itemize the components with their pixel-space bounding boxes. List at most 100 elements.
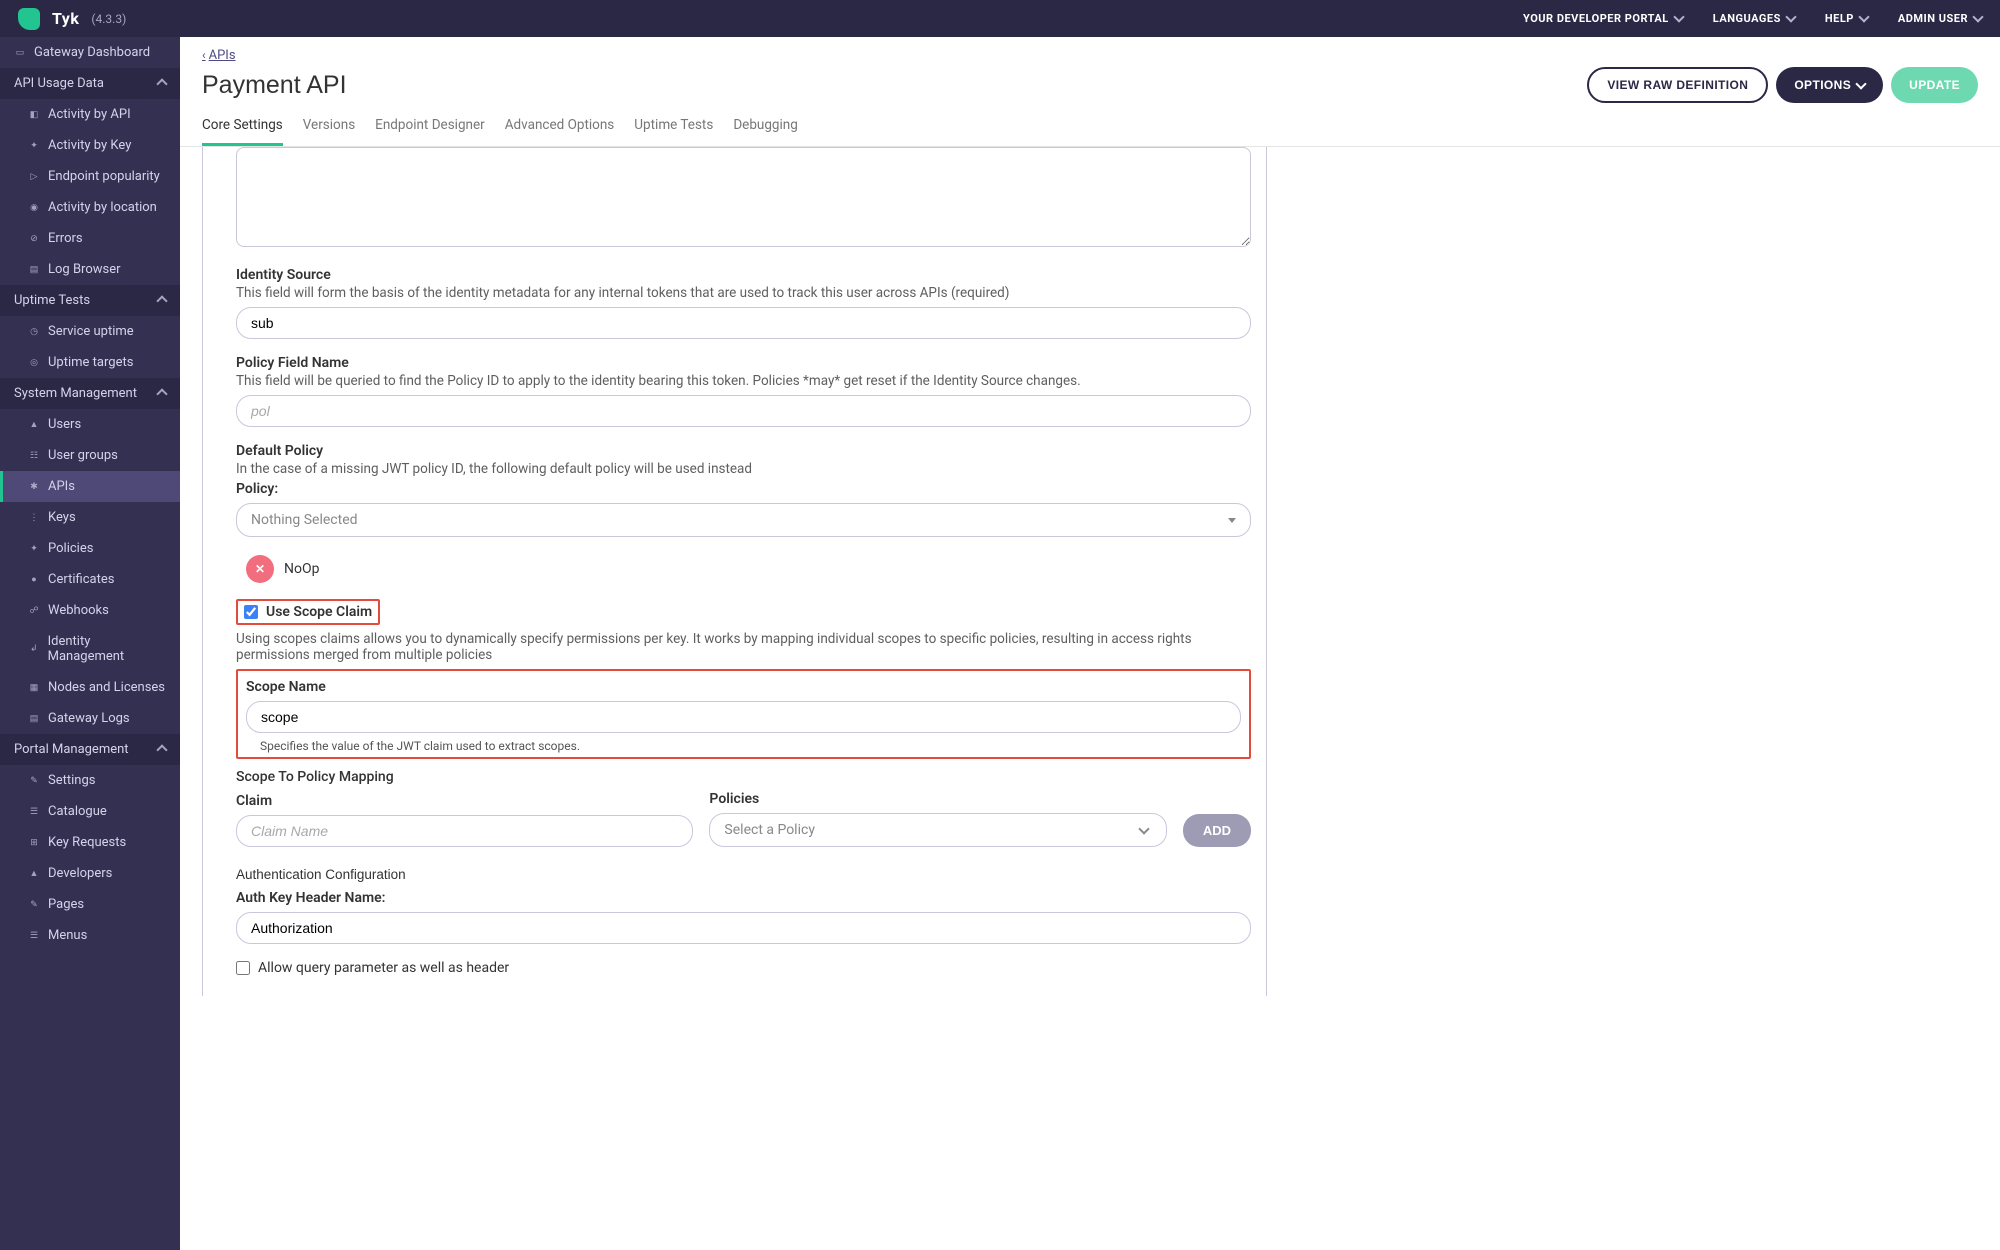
auth-header-block: Auth Key Header Name: bbox=[236, 890, 1251, 944]
sidebar-developers[interactable]: ▲Developers bbox=[0, 858, 180, 889]
use-scope-claim-checkbox[interactable] bbox=[244, 605, 258, 619]
chevron-up-icon bbox=[156, 744, 167, 755]
sidebar-nodes-licenses[interactable]: ▦Nodes and Licenses bbox=[0, 672, 180, 703]
header-actions: VIEW RAW DEFINITION OPTIONS UPDATE bbox=[1587, 67, 1978, 103]
sidebar-uptime-targets[interactable]: ◎Uptime targets bbox=[0, 347, 180, 378]
default-policy-select[interactable]: Nothing Selected bbox=[236, 503, 1251, 537]
sidebar-webhooks[interactable]: ☍Webhooks bbox=[0, 595, 180, 626]
top-bar: Tyk (4.3.3) YOUR DEVELOPER PORTAL LANGUA… bbox=[0, 0, 2000, 37]
sidebar-catalogue[interactable]: ☰Catalogue bbox=[0, 796, 180, 827]
update-button[interactable]: UPDATE bbox=[1891, 67, 1978, 103]
scope-name-help: Specifies the value of the JWT claim use… bbox=[260, 739, 1241, 753]
topbar-nav: YOUR DEVELOPER PORTAL LANGUAGES HELP ADM… bbox=[1523, 12, 1982, 25]
chevron-down-icon bbox=[1785, 11, 1796, 22]
keys-icon: ⋮ bbox=[28, 512, 40, 524]
policies-select[interactable]: Select a Policy bbox=[709, 813, 1166, 847]
sidebar-pages[interactable]: ✎Pages bbox=[0, 889, 180, 920]
sidebar-service-uptime[interactable]: ◷Service uptime bbox=[0, 316, 180, 347]
sidebar-endpoint-popularity[interactable]: ▷Endpoint popularity bbox=[0, 161, 180, 192]
languages-link[interactable]: LANGUAGES bbox=[1713, 12, 1795, 25]
scope-claim-help: Using scopes claims allows you to dynami… bbox=[236, 631, 1251, 663]
sidebar-user-groups[interactable]: ☷User groups bbox=[0, 440, 180, 471]
version-text: (4.3.3) bbox=[91, 12, 126, 26]
sidebar-section-system[interactable]: System Management bbox=[0, 378, 180, 409]
scope-mapping-block: Scope To Policy Mapping Claim Policies S… bbox=[236, 769, 1251, 847]
content-scroll[interactable]: Identity Source This field will form the… bbox=[180, 147, 2000, 1250]
tab-debugging[interactable]: Debugging bbox=[733, 117, 798, 146]
key-icon: ✦ bbox=[28, 140, 40, 152]
chevron-down-icon bbox=[1138, 823, 1149, 834]
tab-uptime-tests[interactable]: Uptime Tests bbox=[634, 117, 713, 146]
policy-field-name-block: Policy Field Name This field will be que… bbox=[236, 355, 1251, 427]
chevron-down-icon bbox=[1972, 11, 1983, 22]
scope-mapping-label: Scope To Policy Mapping bbox=[236, 769, 1251, 785]
tyk-logo-icon bbox=[18, 8, 40, 30]
dashboard-icon: ▭ bbox=[14, 47, 26, 59]
page-title: Payment API bbox=[202, 71, 347, 100]
content-header: ‹APIs Payment API VIEW RAW DEFINITION OP… bbox=[180, 37, 2000, 147]
target-icon: ◎ bbox=[28, 357, 40, 369]
remove-noop-button[interactable] bbox=[246, 555, 274, 583]
sidebar-activity-by-location[interactable]: ◉Activity by location bbox=[0, 192, 180, 223]
identity-source-input[interactable] bbox=[236, 307, 1251, 339]
help-link[interactable]: HELP bbox=[1825, 12, 1868, 25]
sidebar-activity-by-api[interactable]: ◧Activity by API bbox=[0, 99, 180, 130]
settings-icon: ✎ bbox=[28, 775, 40, 787]
use-scope-claim-highlight: Use Scope Claim bbox=[236, 599, 380, 625]
sidebar-log-browser[interactable]: ▤Log Browser bbox=[0, 254, 180, 285]
sidebar-errors[interactable]: ⊘Errors bbox=[0, 223, 180, 254]
sidebar-section-portal[interactable]: Portal Management bbox=[0, 734, 180, 765]
sidebar-keys[interactable]: ⋮Keys bbox=[0, 502, 180, 533]
sidebar-identity-management[interactable]: ↲Identity Management bbox=[0, 626, 180, 672]
developer-portal-link[interactable]: YOUR DEVELOPER PORTAL bbox=[1523, 12, 1683, 25]
menus-icon: ☰ bbox=[28, 930, 40, 942]
tab-endpoint-designer[interactable]: Endpoint Designer bbox=[375, 117, 485, 146]
tab-core-settings[interactable]: Core Settings bbox=[202, 117, 283, 146]
webhook-icon: ☍ bbox=[28, 605, 40, 617]
user-icon: ▲ bbox=[28, 419, 40, 431]
tab-versions[interactable]: Versions bbox=[303, 117, 355, 146]
key-requests-icon: ⊞ bbox=[28, 837, 40, 849]
options-button[interactable]: OPTIONS bbox=[1776, 67, 1883, 103]
sidebar: ▭Gateway Dashboard API Usage Data ◧Activ… bbox=[0, 37, 180, 1250]
sidebar-menus[interactable]: ☰Menus bbox=[0, 920, 180, 951]
auth-header-input[interactable] bbox=[236, 912, 1251, 944]
auth-header-label: Auth Key Header Name: bbox=[236, 890, 1251, 906]
sidebar-policies[interactable]: ✦Policies bbox=[0, 533, 180, 564]
sidebar-key-requests[interactable]: ⊞Key Requests bbox=[0, 827, 180, 858]
sidebar-users[interactable]: ▲Users bbox=[0, 409, 180, 440]
cert-icon: ● bbox=[28, 574, 40, 586]
claim-name-input[interactable] bbox=[236, 815, 693, 847]
main-content: ‹APIs Payment API VIEW RAW DEFINITION OP… bbox=[180, 37, 2000, 1250]
noop-label: NoOp bbox=[284, 561, 319, 577]
breadcrumb-apis[interactable]: ‹APIs bbox=[202, 48, 236, 63]
gateway-log-icon: ▤ bbox=[28, 713, 40, 725]
chevron-down-icon bbox=[1858, 11, 1869, 22]
nodes-icon: ▦ bbox=[28, 682, 40, 694]
scope-name-label: Scope Name bbox=[246, 679, 1241, 695]
sidebar-section-api-usage[interactable]: API Usage Data bbox=[0, 68, 180, 99]
policy-field-name-input[interactable] bbox=[236, 395, 1251, 427]
sidebar-certificates[interactable]: ●Certificates bbox=[0, 564, 180, 595]
sidebar-portal-settings[interactable]: ✎Settings bbox=[0, 765, 180, 796]
public-key-textarea[interactable] bbox=[236, 147, 1251, 247]
users-icon: ☷ bbox=[28, 450, 40, 462]
sidebar-apis[interactable]: ✱APIs bbox=[0, 471, 180, 502]
policy-icon: ✦ bbox=[28, 543, 40, 555]
allow-query-checkbox[interactable] bbox=[236, 961, 250, 975]
scope-name-input[interactable] bbox=[246, 701, 1241, 733]
identity-icon: ↲ bbox=[28, 643, 40, 655]
brand-area: Tyk (4.3.3) bbox=[18, 8, 126, 30]
allow-query-block: Allow query parameter as well as header bbox=[236, 960, 1251, 976]
tab-advanced-options[interactable]: Advanced Options bbox=[505, 117, 615, 146]
admin-user-menu[interactable]: ADMIN USER bbox=[1898, 12, 1982, 25]
view-raw-definition-button[interactable]: VIEW RAW DEFINITION bbox=[1587, 67, 1768, 103]
chevron-down-icon bbox=[1673, 11, 1684, 22]
policy-field-name-help: This field will be queried to find the P… bbox=[236, 373, 1251, 389]
sidebar-gateway-logs[interactable]: ▤Gateway Logs bbox=[0, 703, 180, 734]
sidebar-activity-by-key[interactable]: ✦Activity by Key bbox=[0, 130, 180, 161]
sidebar-section-uptime[interactable]: Uptime Tests bbox=[0, 285, 180, 316]
sidebar-gateway-dashboard[interactable]: ▭Gateway Dashboard bbox=[0, 37, 180, 68]
add-mapping-button[interactable]: ADD bbox=[1183, 814, 1251, 847]
globe-icon: ◉ bbox=[28, 202, 40, 214]
